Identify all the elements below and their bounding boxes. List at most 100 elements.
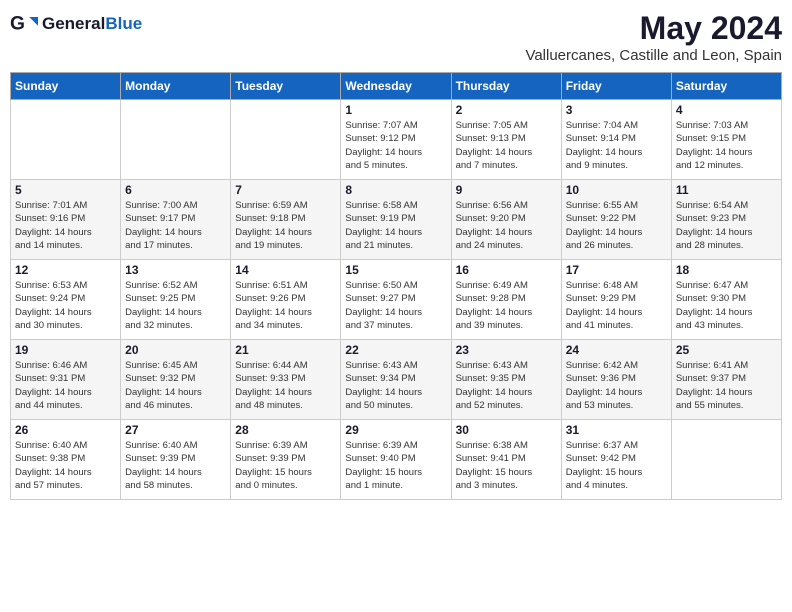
calendar-cell: 19Sunrise: 6:46 AM Sunset: 9:31 PM Dayli… [11, 340, 121, 420]
day-info: Sunrise: 6:46 AM Sunset: 9:31 PM Dayligh… [15, 359, 116, 412]
day-info: Sunrise: 7:00 AM Sunset: 9:17 PM Dayligh… [125, 199, 226, 252]
location-title: Valluercanes, Castille and Leon, Spain [525, 47, 782, 64]
weekday-header-thursday: Thursday [451, 73, 561, 100]
day-info: Sunrise: 6:40 AM Sunset: 9:39 PM Dayligh… [125, 439, 226, 492]
day-info: Sunrise: 6:45 AM Sunset: 9:32 PM Dayligh… [125, 359, 226, 412]
calendar-cell [231, 100, 341, 180]
calendar-cell [671, 420, 781, 500]
calendar-table: SundayMondayTuesdayWednesdayThursdayFrid… [10, 72, 782, 500]
day-info: Sunrise: 6:50 AM Sunset: 9:27 PM Dayligh… [345, 279, 446, 332]
day-info: Sunrise: 6:40 AM Sunset: 9:38 PM Dayligh… [15, 439, 116, 492]
day-number: 26 [15, 423, 116, 437]
calendar-cell: 3 Sunrise: 7:04 AM Sunset: 9:14 PM Daylig… [561, 100, 671, 180]
calendar-cell: 1 Sunrise: 7:07 AM Sunset: 9:12 PM Daylig… [341, 100, 451, 180]
calendar-cell: 7 Sunrise: 6:59 AM Sunset: 9:18 PM Daylig… [231, 180, 341, 260]
day-number: 7 [235, 183, 336, 197]
calendar-cell: 25 Sunrise: 6:41 AM Sunset: 9:37 PM Dayli… [671, 340, 781, 420]
calendar-cell: 31Sunrise: 6:37 AM Sunset: 9:42 PM Dayli… [561, 420, 671, 500]
calendar-cell: 23 Sunrise: 6:43 AM Sunset: 9:35 PM Dayli… [451, 340, 561, 420]
weekday-header-row: SundayMondayTuesdayWednesdayThursdayFrid… [11, 73, 782, 100]
calendar-cell: 13Sunrise: 6:52 AM Sunset: 9:25 PM Dayli… [121, 260, 231, 340]
calendar-cell: 9Sunrise: 6:56 AM Sunset: 9:20 PM Daylig… [451, 180, 561, 260]
day-number: 14 [235, 263, 336, 277]
calendar-cell [11, 100, 121, 180]
day-number: 6 [125, 183, 226, 197]
weekday-header-tuesday: Tuesday [231, 73, 341, 100]
calendar-cell: 17Sunrise: 6:48 AM Sunset: 9:29 PM Dayli… [561, 260, 671, 340]
day-info: Sunrise: 6:53 AM Sunset: 9:24 PM Dayligh… [15, 279, 116, 332]
day-info: Sunrise: 6:39 AM Sunset: 9:39 PM Dayligh… [235, 439, 336, 492]
weekday-header-sunday: Sunday [11, 73, 121, 100]
calendar-cell: 24Sunrise: 6:42 AM Sunset: 9:36 PM Dayli… [561, 340, 671, 420]
day-number: 3 [566, 103, 667, 117]
day-info: Sunrise: 6:47 AM Sunset: 9:30 PM Dayligh… [676, 279, 777, 332]
month-title: May 2024 [525, 10, 782, 47]
day-number: 8 [345, 183, 446, 197]
calendar-cell: 26 Sunrise: 6:40 AM Sunset: 9:38 PM Dayli… [11, 420, 121, 500]
calendar-cell: 5Sunrise: 7:01 AM Sunset: 9:16 PM Daylig… [11, 180, 121, 260]
day-number: 1 [345, 103, 446, 117]
day-number: 23 [456, 343, 557, 357]
day-info: Sunrise: 6:43 AM Sunset: 9:35 PM Dayligh… [456, 359, 557, 412]
calendar-cell: 22 Sunrise: 6:43 AM Sunset: 9:34 PM Dayli… [341, 340, 451, 420]
day-number: 16 [456, 263, 557, 277]
day-info: Sunrise: 6:59 AM Sunset: 9:18 PM Dayligh… [235, 199, 336, 252]
weekday-header-saturday: Saturday [671, 73, 781, 100]
svg-text:G: G [10, 13, 25, 34]
day-number: 11 [676, 183, 777, 197]
day-info: Sunrise: 6:41 AM Sunset: 9:37 PM Dayligh… [676, 359, 777, 412]
day-info: Sunrise: 6:55 AM Sunset: 9:22 PM Dayligh… [566, 199, 667, 252]
day-number: 15 [345, 263, 446, 277]
day-number: 25 [676, 343, 777, 357]
day-info: Sunrise: 7:05 AM Sunset: 9:13 PM Dayligh… [456, 119, 557, 172]
calendar-header: SundayMondayTuesdayWednesdayThursdayFrid… [11, 73, 782, 100]
logo-text-blue: Blue [105, 14, 142, 33]
calendar-cell: 29Sunrise: 6:39 AM Sunset: 9:40 PM Dayli… [341, 420, 451, 500]
day-info: Sunrise: 7:03 AM Sunset: 9:15 PM Dayligh… [676, 119, 777, 172]
calendar-cell: 8 Sunrise: 6:58 AM Sunset: 9:19 PM Daylig… [341, 180, 451, 260]
calendar-cell: 18 Sunrise: 6:47 AM Sunset: 9:30 PM Dayli… [671, 260, 781, 340]
day-number: 5 [15, 183, 116, 197]
day-number: 17 [566, 263, 667, 277]
calendar-cell: 27Sunrise: 6:40 AM Sunset: 9:39 PM Dayli… [121, 420, 231, 500]
day-number: 13 [125, 263, 226, 277]
calendar-cell: 12 Sunrise: 6:53 AM Sunset: 9:24 PM Dayli… [11, 260, 121, 340]
day-info: Sunrise: 7:04 AM Sunset: 9:14 PM Dayligh… [566, 119, 667, 172]
calendar-body: 1 Sunrise: 7:07 AM Sunset: 9:12 PM Daylig… [11, 100, 782, 500]
day-number: 2 [456, 103, 557, 117]
calendar-cell: 30Sunrise: 6:38 AM Sunset: 9:41 PM Dayli… [451, 420, 561, 500]
weekday-header-wednesday: Wednesday [341, 73, 451, 100]
day-info: Sunrise: 6:44 AM Sunset: 9:33 PM Dayligh… [235, 359, 336, 412]
logo: G GeneralBlue [10, 10, 142, 38]
calendar-cell: 4 Sunrise: 7:03 AM Sunset: 9:15 PM Daylig… [671, 100, 781, 180]
day-number: 28 [235, 423, 336, 437]
calendar-cell: 14 Sunrise: 6:51 AM Sunset: 9:26 PM Dayli… [231, 260, 341, 340]
day-info: Sunrise: 6:54 AM Sunset: 9:23 PM Dayligh… [676, 199, 777, 252]
week-row-3: 12 Sunrise: 6:53 AM Sunset: 9:24 PM Dayli… [11, 260, 782, 340]
day-number: 4 [676, 103, 777, 117]
calendar-cell: 10 Sunrise: 6:55 AM Sunset: 9:22 PM Dayli… [561, 180, 671, 260]
calendar-cell: 16Sunrise: 6:49 AM Sunset: 9:28 PM Dayli… [451, 260, 561, 340]
day-number: 22 [345, 343, 446, 357]
day-number: 18 [676, 263, 777, 277]
calendar-cell: 20Sunrise: 6:45 AM Sunset: 9:32 PM Dayli… [121, 340, 231, 420]
day-number: 21 [235, 343, 336, 357]
day-info: Sunrise: 6:43 AM Sunset: 9:34 PM Dayligh… [345, 359, 446, 412]
day-number: 30 [456, 423, 557, 437]
calendar-cell: 21 Sunrise: 6:44 AM Sunset: 9:33 PM Dayli… [231, 340, 341, 420]
day-info: Sunrise: 6:58 AM Sunset: 9:19 PM Dayligh… [345, 199, 446, 252]
day-info: Sunrise: 7:07 AM Sunset: 9:12 PM Dayligh… [345, 119, 446, 172]
week-row-5: 26 Sunrise: 6:40 AM Sunset: 9:38 PM Dayli… [11, 420, 782, 500]
title-area: May 2024 Valluercanes, Castille and Leon… [525, 10, 782, 64]
day-info: Sunrise: 6:56 AM Sunset: 9:20 PM Dayligh… [456, 199, 557, 252]
day-info: Sunrise: 6:42 AM Sunset: 9:36 PM Dayligh… [566, 359, 667, 412]
day-info: Sunrise: 6:39 AM Sunset: 9:40 PM Dayligh… [345, 439, 446, 492]
calendar-cell: 11 Sunrise: 6:54 AM Sunset: 9:23 PM Dayli… [671, 180, 781, 260]
calendar-cell: 28 Sunrise: 6:39 AM Sunset: 9:39 PM Dayli… [231, 420, 341, 500]
week-row-4: 19Sunrise: 6:46 AM Sunset: 9:31 PM Dayli… [11, 340, 782, 420]
day-number: 10 [566, 183, 667, 197]
calendar-cell [121, 100, 231, 180]
day-info: Sunrise: 6:37 AM Sunset: 9:42 PM Dayligh… [566, 439, 667, 492]
day-number: 12 [15, 263, 116, 277]
day-info: Sunrise: 6:51 AM Sunset: 9:26 PM Dayligh… [235, 279, 336, 332]
